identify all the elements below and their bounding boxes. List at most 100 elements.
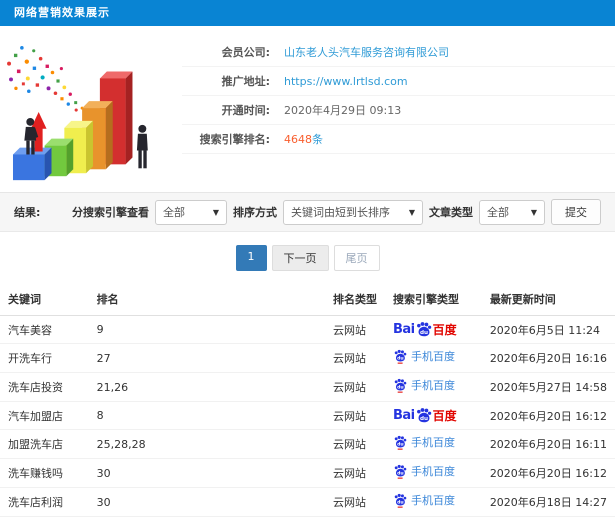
engine-cell: du 手机百度 (384, 487, 482, 517)
column-header-engine-type: 搜索引擎类型 (384, 282, 482, 316)
rank-count-number: 4648 (284, 133, 312, 146)
engine-filter-select[interactable]: 全部 ▼ (155, 199, 227, 225)
mobile-baidu-label: 手机百度 (410, 436, 455, 449)
baidu-paw-icon: du (394, 493, 407, 508)
mobile-baidu-label: 手机百度 (410, 465, 455, 478)
rank-type-cell: 云网站 (324, 429, 385, 459)
promo-url-link[interactable]: https://www.lrtlsd.com (284, 75, 408, 88)
keyword-cell: 汽车加盟店 (0, 401, 89, 430)
rank-type-cell: 云网站 (324, 343, 385, 373)
rank-cell[interactable]: 3 (88, 516, 325, 520)
svg-text:du: du (420, 330, 428, 336)
info-row-open-time: 开通时间: 2020年4月29日 09:13 (182, 96, 615, 125)
open-time-label: 开通时间: (221, 104, 270, 117)
filter-bar: 结果: 分搜索引擎查看 全部 ▼ 排序方式 关键词由短到长排序 ▼ 文章类型 全… (0, 192, 615, 232)
column-header-rank: 排名 (88, 282, 325, 316)
column-header-updated: 最新更新时间 (481, 282, 615, 316)
filter-controls: 分搜索引擎查看 全部 ▼ 排序方式 关键词由短到长排序 ▼ 文章类型 全部 ▼ … (72, 199, 601, 225)
sort-select[interactable]: 关键词由短到长排序 ▼ (283, 199, 423, 225)
engine-cell: Baidu百度 (384, 516, 482, 520)
chevron-down-icon: ▼ (408, 207, 415, 217)
column-header-rank-type: 排名类型 (324, 282, 385, 316)
mobile-baidu-icon: du 手机百度 (393, 435, 455, 450)
rank-type-cell: 云网站 (324, 458, 385, 488)
rank-cell[interactable]: 30 (88, 487, 325, 517)
keyword-cell: 洗车店加盟 (0, 516, 89, 520)
baidu-logo-icon: Bai du 百度 (392, 322, 457, 337)
mobile-baidu-label: 手机百度 (410, 379, 455, 392)
company-info-list: 会员公司: 山东老人头汽车服务咨询有限公司 推广地址: https://www.… (182, 34, 615, 192)
table-row: 开洗车行 27 云网站 du 手机百度 2020年6月20日 16:16 (0, 343, 615, 373)
engine-cell: du 手机百度 (384, 372, 482, 402)
rank-count-label: 搜索引擎排名: (199, 133, 270, 146)
column-header-keyword: 关键词 (0, 282, 89, 316)
info-row-rank-count: 搜索引擎排名: 4648条 (182, 125, 615, 154)
page-1-button[interactable]: 1 (235, 245, 267, 271)
mobile-baidu-icon: du 手机百度 (393, 378, 455, 393)
bar-chart-illustration (0, 34, 182, 192)
baidu-paw-icon: du (394, 349, 407, 364)
table-row: 洗车店利润 30 云网站 du 手机百度 2020年6月18日 14:27 (0, 487, 615, 517)
table-row: 汽车美容 9 云网站 Bai du 百度 2020年6月5日 11:24 (0, 315, 615, 344)
submit-button[interactable]: 提交 (551, 199, 601, 225)
sort-value: 关键词由短到长排序 (291, 206, 390, 219)
page: 网络营销效果展示 会员公司: 山东老人头汽车服务咨询有限公司 推广地址: htt… (0, 0, 615, 520)
promo-url-label: 推广地址: (221, 75, 270, 88)
engine-cell: Baidu百度 (384, 401, 482, 430)
table-row: 洗车赚钱吗 30 云网站 du 手机百度 2020年6月20日 16:12 (0, 458, 615, 488)
updated-cell: 2020年6月18日 14:30 (481, 516, 615, 520)
updated-cell: 2020年6月18日 14:27 (481, 487, 615, 517)
rank-count-unit: 条 (312, 133, 323, 146)
mobile-baidu-icon: du 手机百度 (393, 349, 455, 364)
baidu-paw-icon: du (394, 378, 407, 393)
rank-type-cell: 云网站 (324, 401, 385, 430)
page-header: 网络营销效果展示 (0, 0, 615, 26)
businessman-right (136, 124, 148, 169)
rank-cell[interactable]: 8 (88, 401, 325, 430)
svg-text:du: du (397, 471, 404, 477)
engine-filter-value: 全部 (163, 206, 185, 219)
growth-bars-graphic (7, 46, 148, 181)
mobile-baidu-icon: du 手机百度 (393, 493, 455, 508)
mobile-baidu-label: 手机百度 (410, 350, 455, 363)
sort-label: 排序方式 (233, 206, 277, 219)
updated-cell: 2020年6月5日 11:24 (481, 315, 615, 344)
baidu-paw-icon: du (394, 435, 407, 450)
updated-cell: 2020年6月20日 16:16 (481, 343, 615, 373)
info-row-url: 推广地址: https://www.lrtlsd.com (182, 67, 615, 96)
article-type-select[interactable]: 全部 ▼ (479, 199, 545, 225)
rank-cell[interactable]: 9 (88, 315, 325, 344)
keyword-cell: 洗车店投资 (0, 372, 89, 402)
rank-cell[interactable]: 27 (88, 343, 325, 373)
mobile-baidu-label: 手机百度 (410, 494, 455, 507)
open-time-value: 2020年4月29日 09:13 (284, 104, 402, 117)
result-label: 结果: (14, 206, 41, 219)
engine-filter-label: 分搜索引擎查看 (72, 206, 149, 219)
keyword-cell: 洗车店利润 (0, 487, 89, 517)
baidu-paw-icon: du (416, 408, 431, 423)
rank-cell[interactable]: 30 (88, 458, 325, 488)
engine-cell: du 手机百度 (384, 429, 482, 459)
company-name-link[interactable]: 山东老人头汽车服务咨询有限公司 (284, 44, 449, 60)
info-row-company: 会员公司: 山东老人头汽车服务咨询有限公司 (182, 38, 615, 67)
rank-type-cell: 云网站 (324, 315, 385, 344)
pagination: 1 下一页 尾页 (0, 232, 615, 282)
keyword-cell: 加盟洗车店 (0, 429, 89, 459)
keyword-cell: 汽车美容 (0, 315, 89, 344)
company-label: 会员公司: (221, 46, 270, 59)
confetti-dots (7, 46, 84, 112)
table-header-row: 关键词 排名 排名类型 搜索引擎类型 最新更新时间 (0, 282, 615, 316)
rank-cell[interactable]: 21,26 (88, 372, 325, 402)
svg-text:du: du (397, 385, 404, 391)
table-row: 汽车加盟店 8 云网站 Bai du 百度 2020年6月20日 16:12 (0, 401, 615, 430)
chevron-down-icon: ▼ (212, 207, 219, 217)
mobile-baidu-icon: du 手机百度 (393, 464, 455, 479)
page-title: 网络营销效果展示 (14, 6, 110, 19)
article-type-label: 文章类型 (429, 206, 473, 219)
next-page-button[interactable]: 下一页 (271, 245, 329, 271)
rank-count-value: 4648条 (284, 131, 323, 147)
last-page-button[interactable]: 尾页 (333, 245, 380, 271)
company-info-section: 会员公司: 山东老人头汽车服务咨询有限公司 推广地址: https://www.… (0, 26, 615, 192)
updated-cell: 2020年6月20日 16:12 (481, 458, 615, 488)
rank-cell[interactable]: 25,28,28 (88, 429, 325, 459)
